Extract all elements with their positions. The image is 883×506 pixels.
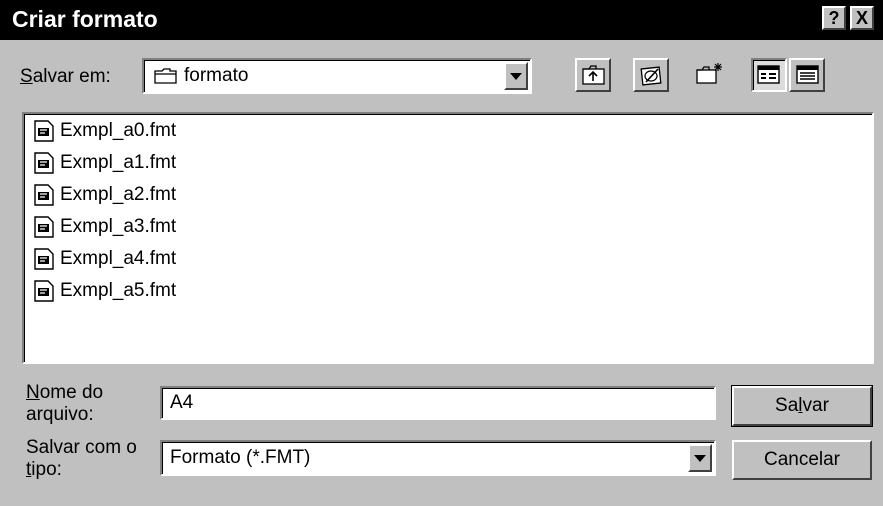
save-button[interactable]: Sa l var	[731, 385, 873, 427]
help-label: ?	[828, 8, 840, 28]
list-item[interactable]: Exmpl_a1.fmt	[34, 148, 176, 178]
save-button-label: Sa l var	[734, 388, 870, 424]
folder-icon	[154, 68, 178, 84]
list-view-icon	[757, 64, 781, 91]
help-button[interactable]: ?	[822, 6, 846, 30]
format-file-icon	[34, 184, 54, 206]
details-view-icon	[796, 64, 820, 91]
save-in-label-key: S	[20, 66, 33, 87]
up-one-level-button[interactable]	[575, 58, 611, 92]
filetype-label: Salvar com o tipo:	[26, 437, 137, 481]
list-item[interactable]: Exmpl_a3.fmt	[34, 212, 176, 242]
filename-label: Nome do arquivo:	[26, 382, 103, 426]
chevron-down-icon[interactable]	[504, 62, 528, 90]
list-item[interactable]: Exmpl_a4.fmt	[34, 244, 176, 274]
list-item[interactable]: Exmpl_a2.fmt	[34, 180, 176, 210]
cancel-button-label: Cancelar	[763, 449, 841, 470]
chevron-down-icon[interactable]	[688, 444, 712, 472]
file-name: Exmpl_a4.fmt	[60, 248, 177, 269]
close-label: X	[855, 8, 868, 28]
save-in-label: Salvar em:	[20, 66, 111, 88]
filename-input[interactable]: A4	[160, 386, 716, 420]
close-button[interactable]: X	[850, 6, 874, 30]
format-file-icon	[34, 248, 54, 270]
format-file-icon	[34, 280, 54, 302]
list-item[interactable]: Exmpl_a0.fmt	[34, 116, 176, 146]
save-in-label-rest: alvar em:	[32, 66, 111, 87]
up-folder-icon	[582, 64, 606, 91]
filename-value: A4	[170, 392, 194, 413]
window-title: Criar formato	[12, 6, 158, 32]
save-label-post: var	[802, 395, 829, 416]
format-file-icon	[34, 120, 54, 142]
file-list[interactable]: Exmpl_a0.fmt Exmpl_a1.fmt Exmpl_a2.fmt E…	[22, 112, 874, 364]
file-name: Exmpl_a2.fmt	[60, 184, 177, 205]
save-in-combobox[interactable]: formato	[142, 58, 532, 94]
new-folder-button[interactable]	[691, 58, 727, 92]
new-folder-icon	[696, 62, 724, 91]
filename-label-key: N	[26, 382, 40, 403]
desktop-button[interactable]	[633, 58, 669, 92]
save-label-pre: Sa	[775, 395, 799, 416]
list-item[interactable]: Exmpl_a5.fmt	[34, 276, 176, 306]
list-view-button[interactable]	[751, 58, 787, 92]
title-bar: Criar formato ? X	[0, 0, 883, 40]
filetype-combobox[interactable]: Formato (*.FMT)	[160, 440, 716, 476]
format-file-icon	[34, 216, 54, 238]
filetype-label-rest: ipo:	[31, 459, 62, 480]
save-in-value: formato	[184, 65, 249, 86]
file-name: Exmpl_a1.fmt	[60, 152, 177, 173]
cancel-button[interactable]: Cancelar	[732, 440, 872, 480]
filetype-value: Formato (*.FMT)	[170, 447, 311, 468]
filename-label-line2: arquivo:	[26, 404, 94, 425]
desktop-icon	[640, 64, 664, 91]
filename-label-rest: ome do	[39, 382, 104, 403]
format-file-icon	[34, 152, 54, 174]
file-name: Exmpl_a5.fmt	[60, 280, 177, 301]
details-view-button[interactable]	[789, 58, 825, 92]
file-name: Exmpl_a3.fmt	[60, 216, 177, 237]
filetype-label-line1: Salvar com o	[26, 437, 137, 458]
file-name: Exmpl_a0.fmt	[60, 120, 177, 141]
